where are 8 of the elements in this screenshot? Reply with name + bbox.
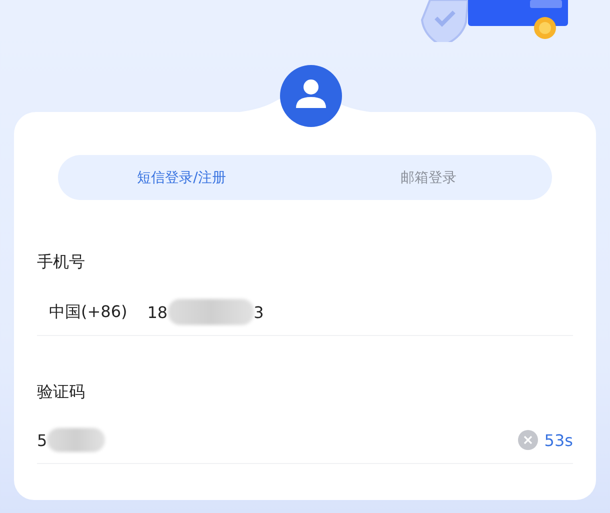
field-label: 手机号 [37, 252, 86, 273]
code-field[interactable]: 5 [37, 425, 518, 455]
phone-field[interactable]: 18 3 [147, 297, 573, 327]
login-tab[interactable]: 短信登录/注册 [58, 155, 305, 200]
clear-icon[interactable] [518, 430, 538, 450]
field-label: 验证码 [37, 382, 86, 403]
countdown-button[interactable]: 53s [544, 430, 573, 450]
country-code[interactable]: 中国(+86) [37, 302, 128, 322]
